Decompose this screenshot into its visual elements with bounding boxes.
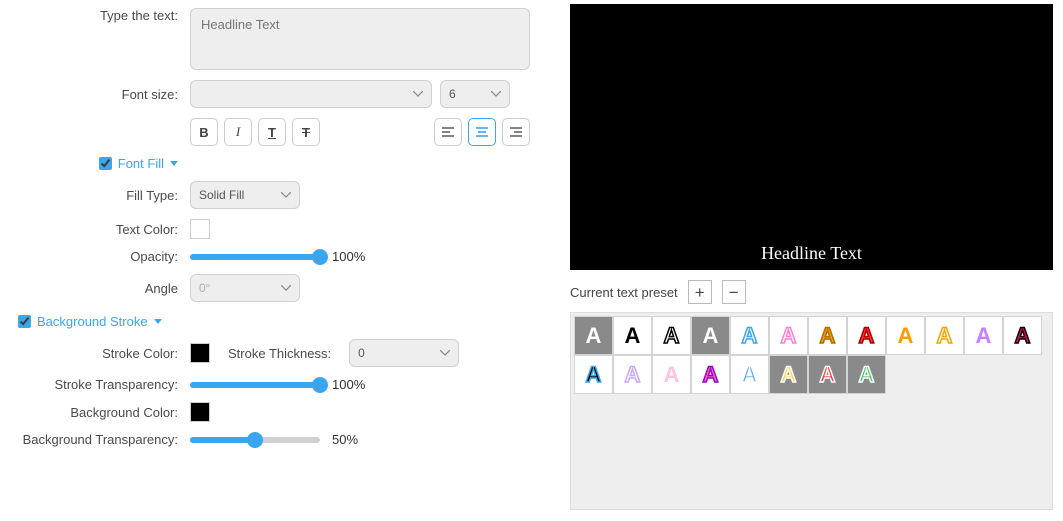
underline-button[interactable]: T — [258, 118, 286, 146]
preset-header-label: Current text preset — [570, 285, 678, 300]
strikethrough-button[interactable]: T — [292, 118, 320, 146]
preset-cell[interactable]: A — [847, 355, 886, 394]
stroke-thickness-label: Stroke Thickness: — [228, 346, 331, 361]
add-preset-button[interactable]: + — [688, 280, 712, 304]
italic-button[interactable]: I — [224, 118, 252, 146]
canvas-preview: Headline Text — [570, 4, 1053, 270]
preset-glyph: A — [976, 325, 992, 347]
stroke-transparency-value: 100% — [332, 377, 365, 392]
stroke-thickness-select[interactable]: 0 — [349, 339, 459, 367]
background-transparency-slider[interactable] — [190, 437, 320, 443]
stroke-color-swatch[interactable] — [190, 343, 210, 363]
background-transparency-value: 50% — [332, 432, 358, 447]
preset-cell[interactable]: A — [574, 316, 613, 355]
preset-glyph: A — [1015, 325, 1031, 347]
font-size-select[interactable] — [190, 80, 432, 108]
preset-glyph: A — [742, 325, 758, 347]
background-color-label: Background Color: — [0, 405, 190, 420]
preset-cell[interactable]: A — [691, 316, 730, 355]
preset-cell[interactable]: A — [613, 316, 652, 355]
align-right-button[interactable] — [502, 118, 530, 146]
preset-cell[interactable]: A — [691, 355, 730, 394]
preset-glyph: A — [625, 325, 641, 347]
font-size-sub-select[interactable]: 6 — [440, 80, 510, 108]
preset-glyph: A — [820, 325, 836, 347]
preset-glyph: A — [898, 325, 914, 347]
canvas-text: Headline Text — [761, 243, 862, 264]
preset-cell[interactable]: A — [574, 355, 613, 394]
preset-cell[interactable]: A — [808, 316, 847, 355]
stroke-transparency-label: Stroke Transparency: — [0, 377, 190, 392]
preset-cell[interactable]: A — [652, 316, 691, 355]
preset-cell[interactable]: A — [808, 355, 847, 394]
preset-glyph: A — [703, 325, 719, 347]
angle-label: Angle — [0, 281, 190, 296]
preset-glyph: A — [664, 325, 680, 347]
preset-glyph: A — [937, 325, 953, 347]
preset-cell[interactable]: A — [886, 316, 925, 355]
background-color-swatch[interactable] — [190, 402, 210, 422]
preset-cell[interactable]: A — [769, 355, 808, 394]
preset-area: AAAAAAAAAAAAAAAAAAAA — [570, 312, 1053, 510]
preset-glyph: A — [781, 325, 797, 347]
align-right-icon — [509, 127, 523, 138]
preset-glyph: A — [586, 325, 602, 347]
angle-select[interactable]: 0° — [190, 274, 300, 302]
font-size-label: Font size: — [0, 87, 190, 102]
text-color-swatch[interactable] — [190, 219, 210, 239]
preset-cell[interactable]: A — [652, 355, 691, 394]
font-fill-section-label: Font Fill — [118, 156, 164, 171]
preset-cell[interactable]: A — [1003, 316, 1042, 355]
preset-glyph: A — [703, 364, 719, 386]
opacity-slider[interactable] — [190, 254, 320, 260]
preset-cell[interactable]: A — [730, 316, 769, 355]
background-stroke-section-label: Background Stroke — [37, 314, 148, 329]
fill-type-select[interactable]: Solid Fill — [190, 181, 300, 209]
headline-textarea[interactable] — [190, 8, 530, 70]
stroke-transparency-slider[interactable] — [190, 382, 320, 388]
font-fill-checkbox[interactable] — [99, 157, 112, 170]
preset-glyph: A — [586, 364, 602, 386]
preset-glyph: A — [820, 364, 836, 386]
preset-cell[interactable]: A — [964, 316, 1003, 355]
font-fill-toggle[interactable]: Font Fill — [0, 156, 178, 171]
remove-preset-button[interactable]: − — [722, 280, 746, 304]
opacity-value: 100% — [332, 249, 365, 264]
preset-glyph: A — [742, 364, 758, 386]
preset-glyph: A — [625, 364, 641, 386]
type-text-label: Type the text: — [0, 8, 190, 23]
preset-glyph: A — [664, 364, 680, 386]
background-stroke-toggle[interactable]: Background Stroke — [18, 314, 162, 329]
preset-glyph: A — [781, 364, 797, 386]
align-left-button[interactable] — [434, 118, 462, 146]
fill-type-label: Fill Type: — [0, 188, 190, 203]
bold-button[interactable]: B — [190, 118, 218, 146]
preset-glyph: A — [859, 364, 875, 386]
chevron-down-icon — [154, 319, 162, 324]
background-transparency-label: Background Transparency: — [0, 432, 190, 447]
opacity-label: Opacity: — [0, 249, 190, 264]
align-center-icon — [475, 127, 489, 138]
text-color-label: Text Color: — [0, 222, 190, 237]
align-center-button[interactable] — [468, 118, 496, 146]
chevron-down-icon — [170, 161, 178, 166]
preset-cell[interactable]: A — [769, 316, 808, 355]
align-left-icon — [441, 127, 455, 138]
background-stroke-checkbox[interactable] — [18, 315, 31, 328]
preset-glyph: A — [859, 325, 875, 347]
preset-cell[interactable]: A — [847, 316, 886, 355]
stroke-color-label: Stroke Color: — [0, 346, 190, 361]
preset-cell[interactable]: A — [925, 316, 964, 355]
preset-cell[interactable]: A — [613, 355, 652, 394]
preset-cell[interactable]: A — [730, 355, 769, 394]
